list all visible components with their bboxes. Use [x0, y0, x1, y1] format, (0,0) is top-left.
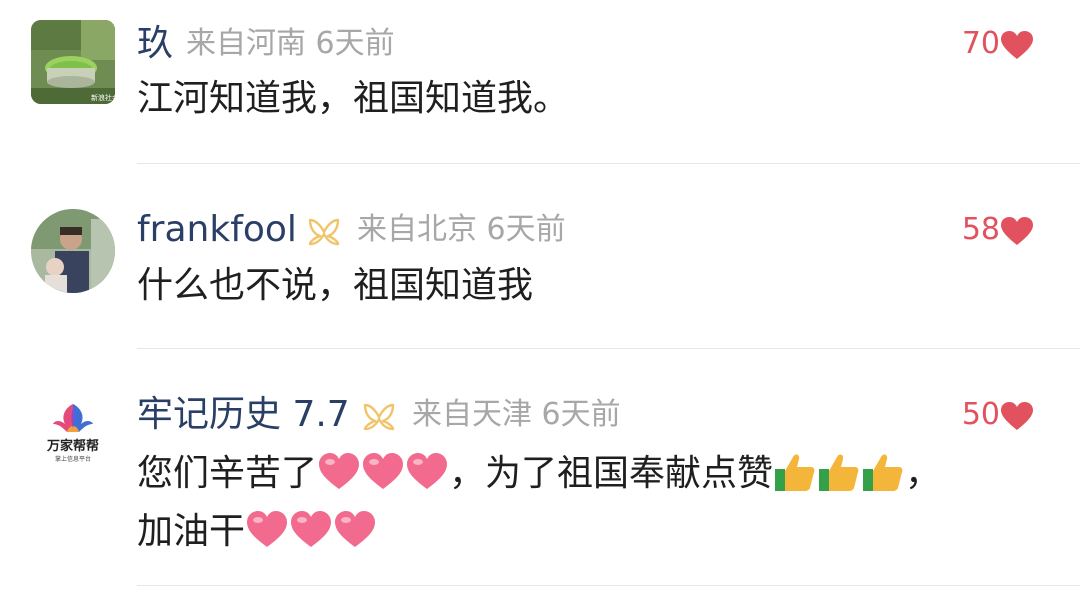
comment-text-part: 您们辛苦了 [137, 453, 318, 494]
avatar-logo-subtext: 掌上信息平台 [55, 455, 91, 463]
vip-badge-icon [306, 216, 342, 248]
comment-text-part: ， [905, 453, 942, 494]
comment-item: 万家帮帮 掌上信息平台 牢记历史 7.7 来自天津 6天前 50 您们辛苦了 ，为… [0, 349, 1080, 604]
red-heart-emoji [405, 453, 449, 494]
red-heart-emoji [245, 511, 289, 552]
red-heart-emoji [317, 453, 361, 494]
username[interactable]: 玖 [137, 22, 173, 66]
location-time: 来自河南 6天前 [186, 26, 395, 61]
comment-text: 您们辛苦了 ，为了祖国奉献点赞 ， 加油干 [137, 445, 941, 561]
heart-like-icon[interactable] [1000, 401, 1034, 431]
thumbs-up-emoji [817, 453, 861, 494]
heart-like-icon[interactable] [1000, 30, 1034, 60]
comment-item: 新浪社会 玖 来自河南 6天前 70 江河知道我，祖国知道我。 [0, 0, 1080, 164]
like-count: 70 [961, 26, 1000, 61]
like-count: 50 [961, 397, 1000, 432]
heart-like-icon[interactable] [1000, 216, 1034, 246]
comment-text: 什么也不说，祖国知道我 [137, 265, 534, 306]
comment-text-part: ，为了祖国奉献点赞 [449, 453, 774, 494]
location-time: 来自北京 6天前 [357, 212, 566, 247]
like-count: 58 [961, 212, 1000, 247]
comment-text-part: 加油干 [137, 511, 246, 552]
avatar[interactable]: 新浪社会 [31, 20, 115, 104]
avatar[interactable] [31, 209, 115, 293]
comment-item: frankfool 来自北京 6天前 58 什么也不说，祖国知道我 [0, 164, 1080, 349]
comment-text: 江河知道我，祖国知道我。 [137, 78, 570, 119]
divider [137, 585, 1080, 586]
username[interactable]: frankfool [137, 208, 297, 252]
red-heart-emoji [289, 511, 333, 552]
red-heart-emoji [333, 511, 377, 552]
red-heart-emoji [361, 453, 405, 494]
thumbs-up-emoji [861, 453, 905, 494]
vip-badge-icon [361, 401, 397, 433]
username[interactable]: 牢记历史 7.7 [137, 393, 350, 437]
avatar-watermark: 新浪社会 [91, 93, 115, 102]
location-time: 来自天津 6天前 [412, 397, 621, 432]
avatar-logo-text: 万家帮帮 [46, 438, 99, 454]
avatar[interactable]: 万家帮帮 掌上信息平台 [31, 394, 115, 478]
thumbs-up-emoji [773, 453, 817, 494]
